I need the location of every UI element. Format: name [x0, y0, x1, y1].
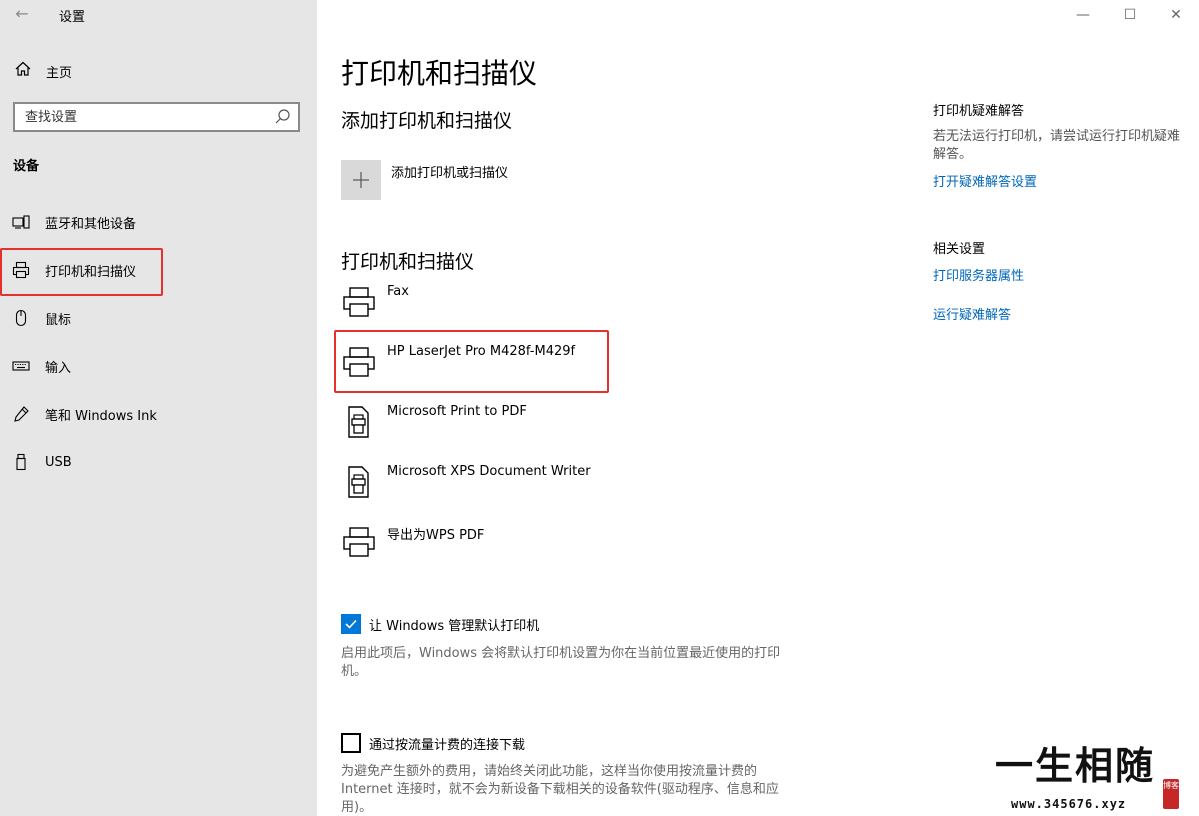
back-arrow-icon[interactable]: ← — [12, 4, 32, 24]
mouse-icon — [12, 309, 30, 327]
printer-name: Microsoft Print to PDF — [387, 404, 527, 419]
printer-icon — [341, 282, 377, 322]
sidebar-item-mouse[interactable]: 鼠标 — [0, 294, 317, 342]
main-panel: 打印机和扫描仪 添加打印机和扫描仪 添加打印机或扫描仪 打印机和扫描仪 Fax … — [317, 0, 1199, 816]
metered-download-checkbox[interactable] — [341, 733, 361, 753]
metered-download-label: 通过按流量计费的连接下载 — [369, 737, 526, 753]
run-troubleshooter-link[interactable]: 运行疑难解答 — [933, 304, 1011, 323]
manage-default-description: 启用此项后，Windows 会将默认打印机设置为你在当前位置最近使用的打印机。 — [341, 646, 781, 679]
sidebar-item-pen[interactable]: 笔和 Windows Ink — [0, 390, 317, 438]
watermark: 一生相随 www.345676.xyz 博客 — [995, 735, 1195, 815]
related-settings-heading: 相关设置 — [933, 242, 986, 257]
sidebar: ← 设置 主页 设备 蓝牙和其他设备 打印机和扫描仪 — [0, 0, 317, 816]
manage-default-label: 让 Windows 管理默认打印机 — [369, 618, 540, 634]
selection-highlight — [0, 248, 163, 296]
sidebar-item-label: 笔和 Windows Ink — [45, 408, 157, 424]
section-heading: 设备 — [13, 159, 40, 174]
sidebar-item-label: 主页 — [46, 65, 73, 81]
watermark-seal: 博客 — [1163, 779, 1179, 809]
sidebar-item-label: 输入 — [45, 360, 72, 376]
keyboard-icon — [12, 357, 30, 375]
printer-name: Microsoft XPS Document Writer — [387, 464, 591, 479]
sidebar-item-usb[interactable]: USB — [0, 438, 317, 486]
bluetooth-devices-icon — [12, 213, 30, 231]
printer-list: Fax HP LaserJet Pro M428f-M429f Microsof… — [341, 282, 901, 582]
usb-icon — [12, 453, 30, 471]
add-printer-button[interactable]: 添加打印机或扫描仪 — [341, 160, 508, 200]
page-title: 打印机和扫描仪 — [341, 57, 538, 90]
printer-icon — [341, 522, 377, 562]
search-icon[interactable] — [270, 105, 294, 129]
troubleshoot-text: 若无法运行打印机，请尝试运行打印机疑难解答。 — [933, 129, 1181, 162]
checkmark-icon — [345, 619, 357, 629]
add-printer-label: 添加打印机或扫描仪 — [391, 166, 509, 181]
search-input[interactable] — [15, 104, 270, 130]
metered-download-description: 为避免产生额外的费用，请始终关闭此功能，这样当你使用按流量计费的 Interne… — [341, 764, 779, 815]
plus-icon — [341, 160, 381, 200]
manage-default-printer-option[interactable]: 让 Windows 管理默认打印机 — [341, 614, 539, 634]
print-server-properties-link[interactable]: 打印服务器属性 — [933, 265, 1024, 284]
sidebar-item-label: USB — [45, 454, 72, 470]
printer-item-wps-pdf[interactable]: 导出为WPS PDF — [341, 522, 901, 582]
document-printer-icon — [341, 462, 377, 502]
home-icon — [14, 60, 32, 82]
watermark-logo: 一生相随 — [995, 743, 1156, 788]
sidebar-item-label: 蓝牙和其他设备 — [45, 216, 137, 232]
open-troubleshoot-settings-link[interactable]: 打开疑难解答设置 — [933, 171, 1037, 190]
manage-default-checkbox[interactable] — [341, 614, 361, 634]
search-box — [13, 102, 300, 132]
printer-item-xps[interactable]: Microsoft XPS Document Writer — [341, 462, 901, 522]
title-bar: ← 设置 — [0, 0, 317, 30]
troubleshoot-heading: 打印机疑难解答 — [933, 104, 1025, 119]
sidebar-item-typing[interactable]: 输入 — [0, 342, 317, 390]
metered-download-option[interactable]: 通过按流量计费的连接下载 — [341, 733, 525, 753]
printer-name: 导出为WPS PDF — [387, 528, 485, 543]
watermark-url: www.345676.xyz — [1011, 797, 1127, 811]
hp-printer-highlight — [334, 330, 609, 393]
printer-item-ms-pdf[interactable]: Microsoft Print to PDF — [341, 402, 901, 462]
sidebar-item-label: 鼠标 — [45, 312, 72, 328]
printer-name: Fax — [387, 284, 409, 299]
document-printer-icon — [341, 402, 377, 442]
pen-icon — [12, 405, 30, 423]
window-title: 设置 — [59, 10, 86, 25]
sidebar-nav: 蓝牙和其他设备 打印机和扫描仪 鼠标 输入 笔和 Windows Ink USB — [0, 198, 317, 486]
printer-list-heading: 打印机和扫描仪 — [341, 251, 475, 273]
add-section-heading: 添加打印机和扫描仪 — [341, 110, 513, 132]
sidebar-item-bluetooth[interactable]: 蓝牙和其他设备 — [0, 198, 317, 246]
sidebar-item-home[interactable]: 主页 — [0, 56, 317, 86]
